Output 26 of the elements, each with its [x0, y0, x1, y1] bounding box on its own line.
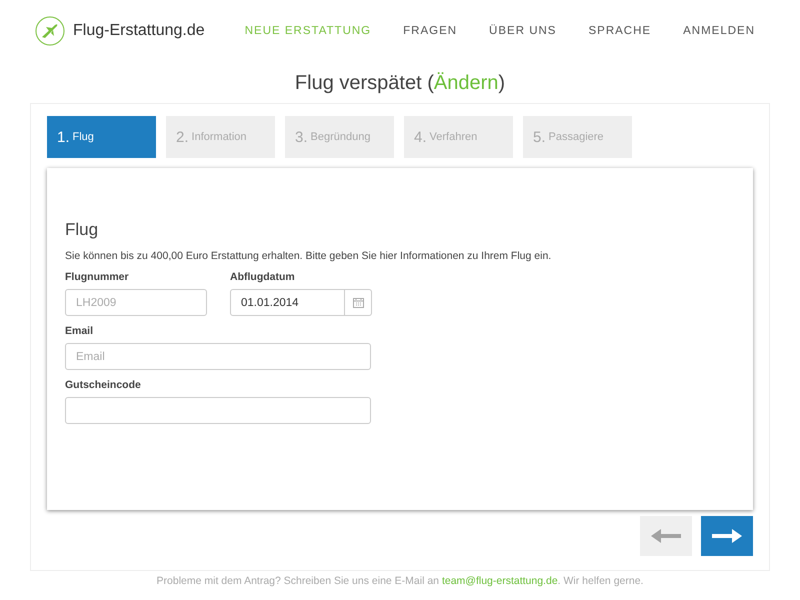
right-arrow-icon — [712, 529, 742, 543]
footer-text: Probleme mit dem Antrag? Schreiben Sie uns eine E-Mail an team@flug-erstattung.de. Wir helfen gerne. — [156, 575, 644, 587]
email-link[interactable]: team@flug-erstattung.de — [442, 575, 558, 587]
nav-link[interactable]: FRAGEN — [403, 25, 458, 37]
input-field[interactable]: LH2009 — [65, 289, 207, 316]
field-label: Abflugdatum — [230, 271, 296, 283]
next-button[interactable] — [701, 516, 753, 556]
text-field[interactable]: Email — [65, 343, 371, 370]
calendar-icon[interactable] — [352, 297, 364, 308]
calendar-button[interactable] — [345, 289, 372, 316]
date-field[interactable]: 01.01.2014 — [230, 289, 345, 316]
left-arrow-icon — [651, 529, 681, 543]
field-label: Email — [65, 325, 94, 337]
nav-link[interactable]: ÜBER UNS — [489, 25, 556, 37]
field-label: Gutscheincode — [65, 379, 142, 391]
field-label: Flugnummer — [65, 271, 130, 283]
text-field[interactable] — [65, 397, 371, 424]
page-title: Flug verspätet (Ändern) — [294, 72, 506, 95]
step-tab[interactable]: 1. Flug — [47, 116, 156, 158]
plane-logo-icon — [35, 16, 65, 46]
form-intro: Sie können bis zu 400,00 Euro Erstattung erhalten. Bitte geben Sie hier Informationen zu Ihrem Flug ein. — [65, 250, 552, 262]
change-link[interactable]: Ändern — [434, 72, 498, 94]
form-heading: Flug — [65, 220, 100, 240]
nav-link[interactable]: ANMELDEN — [683, 25, 755, 37]
brand-name[interactable]: Flug-Erstattung.de — [73, 22, 205, 40]
nav-link[interactable]: SPRACHE — [588, 25, 652, 37]
